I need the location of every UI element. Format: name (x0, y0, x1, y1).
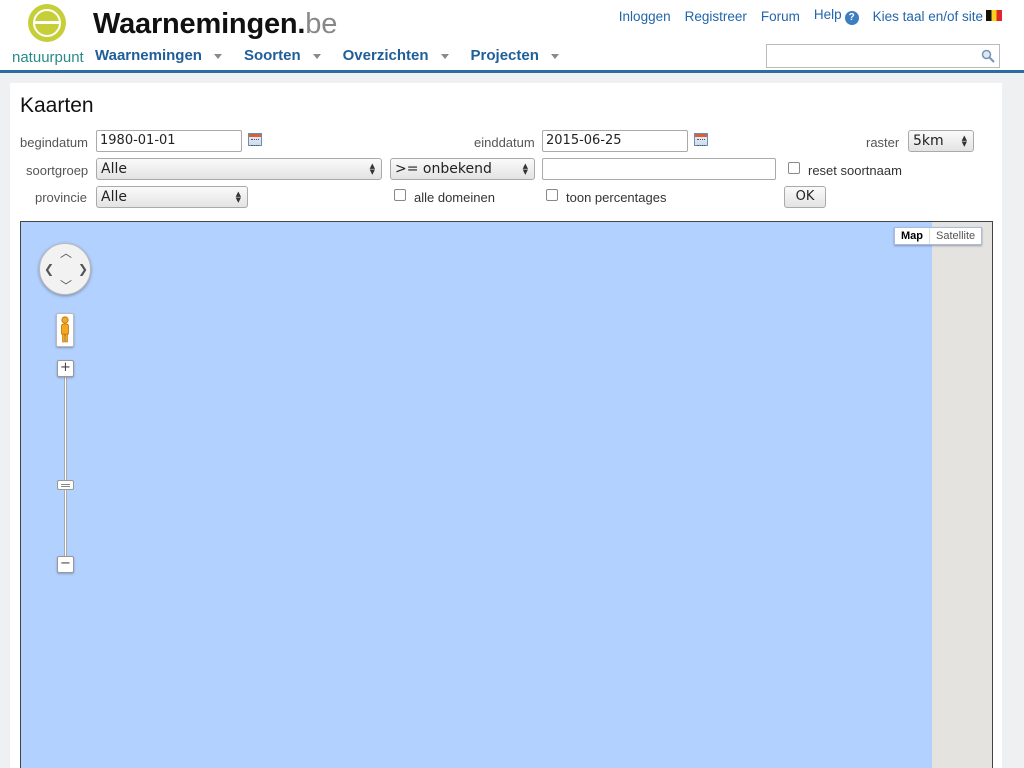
soortnaam-input[interactable] (542, 158, 776, 180)
caret-down-icon (440, 54, 449, 59)
toon-percentages-checkbox[interactable] (546, 189, 558, 201)
pan-down-icon[interactable]: ﹀ (60, 280, 72, 292)
select-arrows-icon: ▲ ▼ (235, 190, 241, 204)
pegman-icon[interactable] (56, 313, 74, 347)
raster-value: 5km (913, 133, 944, 149)
site-tld: be (305, 8, 338, 40)
zoom-slider-handle[interactable] (57, 480, 74, 490)
login-link[interactable]: Inloggen (619, 9, 671, 24)
map-canvas[interactable]: Map Satellite ︿ ﹀ ❮ ❯ + − (20, 221, 993, 768)
main-nav: Waarnemingen Soorten Overzichten Project… (95, 47, 581, 64)
nav-label: Overzichten (342, 47, 429, 64)
zoom-slider-track[interactable] (64, 370, 67, 568)
natuurpunt-logo-icon (28, 4, 66, 42)
reset-soortnaam-label: reset soortnaam (808, 163, 902, 178)
raster-select[interactable]: 5km ▲ ▼ (908, 130, 974, 152)
pan-up-icon[interactable]: ︿ (60, 247, 72, 259)
help-label: Help (813, 7, 842, 22)
register-link[interactable]: Registreer (685, 9, 747, 24)
site-name: Waarnemingen. (93, 8, 306, 40)
natuurpunt-logo[interactable]: natuurpunt (10, 0, 84, 68)
select-arrows-icon: ▲ ▼ (961, 134, 967, 148)
toon-percentages-label: toon percentages (566, 190, 667, 205)
map-type-satellite-button[interactable]: Satellite (930, 228, 981, 244)
nav-overzichten[interactable]: Overzichten (343, 47, 449, 64)
begindatum-label: begindatum (20, 135, 88, 150)
content-panel: Kaarten begindatum 1980-01-01 einddatum … (10, 83, 1002, 768)
reset-soortnaam-checkbox[interactable] (788, 162, 800, 174)
einddatum-label: einddatum (474, 135, 535, 150)
provincie-value: Alle (101, 189, 127, 205)
help-icon: ? (844, 11, 859, 25)
einddatum-input[interactable]: 2015-06-25 (542, 130, 688, 152)
zekerheid-select[interactable]: >= onbekend ▲ ▼ (390, 158, 535, 180)
nav-projecten[interactable]: Projecten (471, 47, 559, 64)
logo-text: natuurpunt (12, 49, 84, 66)
soortgroep-value: Alle (101, 161, 127, 177)
nav-label: Waarnemingen (95, 47, 202, 64)
calendar-icon[interactable] (248, 133, 262, 146)
language-label: Kies taal en/of site (872, 8, 983, 24)
nav-soorten[interactable]: Soorten (244, 47, 321, 64)
alle-domeinen-label: alle domeinen (414, 190, 495, 205)
select-arrows-icon: ▲ ▼ (522, 162, 528, 176)
map-land-area (932, 222, 992, 768)
nav-label: Soorten (243, 47, 301, 64)
caret-down-icon (312, 54, 321, 59)
raster-label: raster (866, 135, 900, 150)
alle-domeinen-checkbox[interactable] (394, 189, 406, 201)
provincie-label: provincie (35, 190, 88, 205)
zoom-out-button[interactable]: − (57, 556, 74, 573)
forum-link[interactable]: Forum (761, 9, 800, 24)
zekerheid-value: >= onbekend (395, 161, 492, 177)
search-input[interactable] (766, 44, 1000, 68)
caret-down-icon (213, 54, 222, 59)
select-arrows-icon: ▲ ▼ (369, 162, 375, 176)
map-type-map-button[interactable]: Map (895, 228, 930, 244)
help-link[interactable]: Help? (814, 7, 859, 25)
soortgroep-label: soortgroep (26, 163, 89, 178)
pan-right-icon[interactable]: ❯ (78, 263, 88, 275)
nav-waarnemingen[interactable]: Waarnemingen (95, 47, 222, 64)
begindatum-input[interactable]: 1980-01-01 (96, 130, 242, 152)
pegman-figure-icon (61, 316, 69, 343)
pan-left-icon[interactable]: ❮ (44, 263, 54, 275)
site-title[interactable]: Waarnemingen.be (93, 8, 337, 41)
belgium-flag-icon (986, 9, 1002, 21)
provincie-select[interactable]: Alle ▲ ▼ (96, 186, 248, 208)
map-type-control: Map Satellite (894, 227, 983, 245)
zoom-in-button[interactable]: + (57, 360, 74, 377)
nav-label: Projecten (470, 47, 539, 64)
page-title: Kaarten (20, 94, 94, 117)
soortgroep-select[interactable]: Alle ▲ ▼ (96, 158, 382, 180)
site-header: natuurpunt Waarnemingen.be Inloggen Regi… (0, 0, 1024, 73)
caret-down-icon (550, 54, 559, 59)
top-links: Inloggen Registreer Forum Help? Kies taa… (619, 7, 1002, 25)
search-icon[interactable] (981, 49, 995, 63)
language-link[interactable]: Kies taal en/of site (873, 9, 1002, 24)
calendar-icon[interactable] (694, 133, 708, 146)
ok-button[interactable]: OK (784, 186, 826, 208)
pan-control[interactable]: ︿ ﹀ ❮ ❯ (39, 243, 91, 295)
